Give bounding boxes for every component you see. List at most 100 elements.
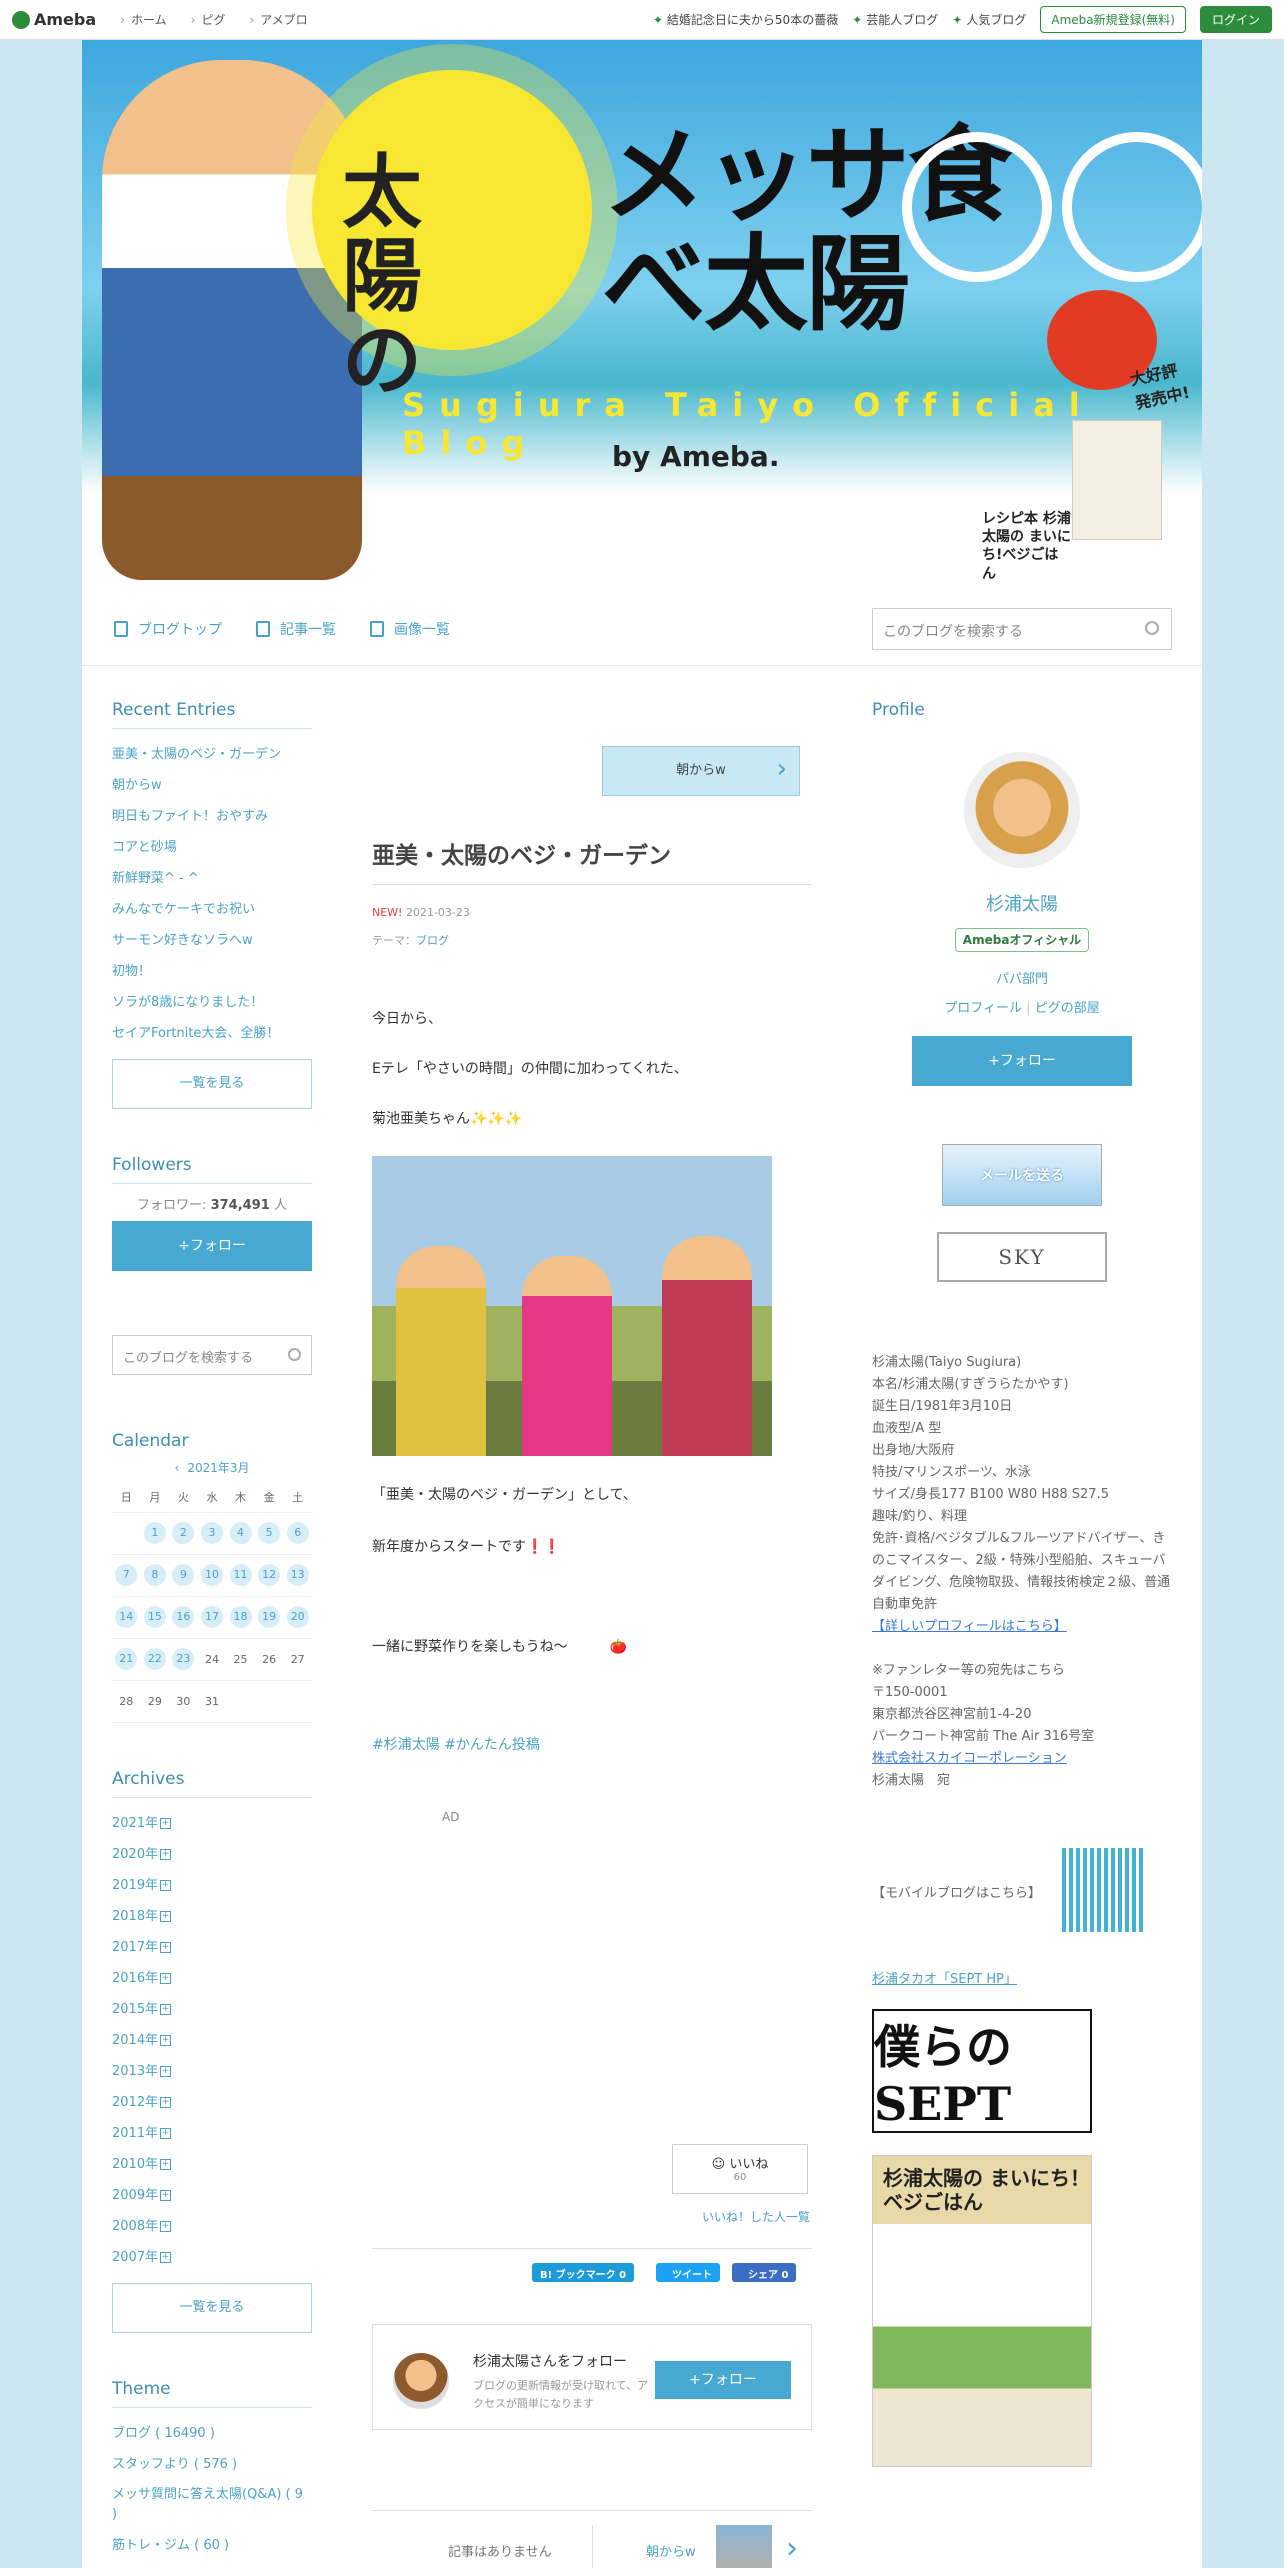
theme-item[interactable]: スタッフより ( 576 ) bbox=[112, 2449, 312, 2480]
follow-box-button[interactable]: +フォロー bbox=[655, 2361, 791, 2399]
chevron-right-icon[interactable]: › bbox=[786, 2531, 798, 2566]
archive-item[interactable]: 2009年 + bbox=[112, 2180, 312, 2211]
archive-item[interactable]: 2014年 + bbox=[112, 2025, 312, 2056]
recent-entry[interactable]: ソラが8歳になりました！ bbox=[112, 987, 312, 1018]
calendar-day[interactable]: 19 bbox=[254, 1596, 284, 1639]
calendar-day[interactable]: 8 bbox=[140, 1554, 170, 1597]
expand-icon[interactable]: + bbox=[160, 2251, 172, 2263]
archive-item[interactable]: 2015年 + bbox=[112, 1994, 312, 2025]
calendar-day[interactable]: 12 bbox=[254, 1554, 284, 1597]
expand-icon[interactable]: + bbox=[160, 1817, 172, 1829]
entry-hashtags[interactable]: #杉浦太陽 #かんたん投稿 bbox=[372, 1734, 540, 1754]
book-banner[interactable]: 杉浦太陽の まいにち！ベジごはん bbox=[872, 2155, 1092, 2467]
calendar-day[interactable]: 10 bbox=[197, 1554, 227, 1597]
search-icon[interactable] bbox=[288, 1348, 301, 1361]
next-entry-thumbnail[interactable] bbox=[716, 2525, 772, 2568]
sept-hp-link[interactable]: 杉浦タカオ「SEPT HP」 bbox=[872, 1968, 1172, 1987]
expand-icon[interactable]: + bbox=[160, 2189, 172, 2201]
recent-entry[interactable]: 朝からw bbox=[112, 770, 312, 801]
archives-more-button[interactable]: 一覧を見る bbox=[112, 2282, 312, 2333]
blog-search-input[interactable]: このブログを検索する bbox=[872, 608, 1172, 650]
expand-icon[interactable]: + bbox=[160, 2096, 172, 2108]
expand-icon[interactable]: + bbox=[160, 2034, 172, 2046]
sky-banner[interactable]: SKY bbox=[937, 1232, 1107, 1282]
calendar-day[interactable]: 18 bbox=[226, 1596, 255, 1639]
sept-banner[interactable]: 僕らのSEPT bbox=[872, 2009, 1092, 2133]
calendar-day[interactable]: 7 bbox=[112, 1554, 141, 1597]
celebrity-blog-link[interactable]: 芸能人ブログ bbox=[852, 11, 938, 28]
calendar-day[interactable]: 6 bbox=[283, 1512, 312, 1555]
expand-icon[interactable]: + bbox=[160, 2127, 172, 2139]
calendar-day[interactable]: 23 bbox=[169, 1638, 198, 1681]
recent-entry[interactable]: 初物！ bbox=[112, 956, 312, 987]
archive-item[interactable]: 2013年 + bbox=[112, 2056, 312, 2087]
entry-theme-link[interactable]: ブログ bbox=[416, 934, 449, 947]
expand-icon[interactable]: + bbox=[160, 1941, 172, 1953]
archive-item[interactable]: 2019年 + bbox=[112, 1870, 312, 1901]
archive-item[interactable]: 2012年 + bbox=[112, 2087, 312, 2118]
calendar-day[interactable]: 13 bbox=[283, 1554, 312, 1597]
next-entry-button[interactable]: 朝からw bbox=[602, 745, 800, 796]
recent-entry[interactable]: 新鮮野菜^ - ^ bbox=[112, 863, 312, 894]
archive-item[interactable]: 2017年 + bbox=[112, 1932, 312, 1963]
tweet-button[interactable]: ツイート bbox=[656, 2263, 720, 2282]
theme-item[interactable]: 筋トレ・ジム ( 60 ) bbox=[112, 2530, 312, 2561]
recent-more-button[interactable]: 一覧を見る bbox=[112, 1059, 312, 1109]
calendar-day[interactable]: 16 bbox=[169, 1596, 198, 1639]
company-link[interactable]: 株式会社スカイコーポレーション bbox=[872, 1751, 1067, 1766]
facebook-share-button[interactable]: シェア 0 bbox=[732, 2263, 797, 2282]
detail-profile-link[interactable]: 【詳しいプロフィールはこちら】 bbox=[872, 1619, 1067, 1634]
recent-entry[interactable]: セイアFortnite大会、全勝！ bbox=[112, 1018, 312, 1049]
blog-header-image[interactable]: 太陽の メッサ食べ太陽 大好評発売中! Sugiura Taiyo Offici… bbox=[82, 40, 1202, 592]
expand-icon[interactable]: + bbox=[160, 1879, 172, 1891]
expand-icon[interactable]: + bbox=[160, 2158, 172, 2170]
calendar-prev-icon[interactable]: ‹ bbox=[175, 1461, 180, 1475]
calendar-day[interactable]: 9 bbox=[169, 1554, 198, 1597]
archive-item[interactable]: 2010年 + bbox=[112, 2149, 312, 2180]
calendar-day[interactable]: 2 bbox=[169, 1512, 198, 1555]
expand-icon[interactable]: + bbox=[160, 2220, 172, 2232]
mail-banner[interactable]: メールを送る bbox=[942, 1144, 1102, 1206]
calendar-day[interactable]: 14 bbox=[112, 1596, 141, 1639]
nav-pigg[interactable]: ピグ bbox=[191, 11, 225, 28]
nav-entry-list[interactable]: 記事一覧 bbox=[256, 619, 336, 639]
archive-item[interactable]: 2016年 + bbox=[112, 1963, 312, 1994]
hatena-bookmark-button[interactable]: B! ブックマーク 0 bbox=[532, 2263, 635, 2282]
pigg-room-link[interactable]: ピグの部屋 bbox=[1035, 1001, 1100, 1016]
calendar-day[interactable]: 5 bbox=[254, 1512, 284, 1555]
expand-icon[interactable]: + bbox=[160, 1848, 172, 1860]
topic-link[interactable]: 結婚記念日に夫から50本の薔薇 bbox=[653, 11, 838, 28]
register-button[interactable]: Ameba新規登録(無料) bbox=[1040, 6, 1186, 33]
nav-home[interactable]: ホーム bbox=[120, 11, 167, 28]
login-button[interactable]: ログイン bbox=[1199, 6, 1272, 33]
search-icon[interactable] bbox=[1145, 621, 1159, 635]
theme-item[interactable]: メッサ質問に答え太陽(Q&A) ( 9 ) bbox=[112, 2480, 312, 2530]
like-list-link[interactable]: いいね！した人一覧 bbox=[702, 2208, 810, 2225]
right-follow-button[interactable]: +フォロー bbox=[912, 1036, 1132, 1086]
nav-blog-top[interactable]: ブログトップ bbox=[114, 619, 222, 639]
calendar-day[interactable]: 4 bbox=[226, 1512, 255, 1555]
entry-photo[interactable] bbox=[372, 1156, 772, 1456]
archive-item[interactable]: 2007年 + bbox=[112, 2242, 312, 2273]
expand-icon[interactable]: + bbox=[160, 2065, 172, 2077]
archive-item[interactable]: 2020年 + bbox=[112, 1839, 312, 1870]
expand-icon[interactable]: + bbox=[160, 1910, 172, 1922]
profile-image[interactable] bbox=[964, 752, 1080, 868]
expand-icon[interactable]: + bbox=[160, 1972, 172, 1984]
calendar-day[interactable]: 17 bbox=[197, 1596, 227, 1639]
calendar-day[interactable]: 22 bbox=[140, 1638, 170, 1681]
profile-link[interactable]: プロフィール bbox=[944, 1001, 1022, 1016]
recent-entry[interactable]: 亜美・太陽のベジ・ガーデン bbox=[112, 739, 312, 770]
recent-entry[interactable]: サーモン好きなソラへw bbox=[112, 925, 312, 956]
calendar-day[interactable]: 3 bbox=[197, 1512, 227, 1555]
archive-item[interactable]: 2021年 + bbox=[112, 1808, 312, 1839]
ameba-logo[interactable]: Ameba bbox=[12, 10, 96, 29]
like-button[interactable]: ☺ いいね 60 bbox=[672, 2144, 808, 2194]
calendar-day[interactable]: 11 bbox=[226, 1554, 255, 1597]
expand-icon[interactable]: + bbox=[160, 2003, 172, 2015]
popular-blog-link[interactable]: 人気ブログ bbox=[952, 11, 1026, 28]
theme-item[interactable]: ブログ ( 16490 ) bbox=[112, 2418, 312, 2449]
calendar-day[interactable]: 21 bbox=[112, 1638, 141, 1681]
entry-title[interactable]: 亜美・太陽のベジ・ガーデン bbox=[372, 836, 812, 885]
nav-image-list[interactable]: 画像一覧 bbox=[370, 619, 450, 639]
